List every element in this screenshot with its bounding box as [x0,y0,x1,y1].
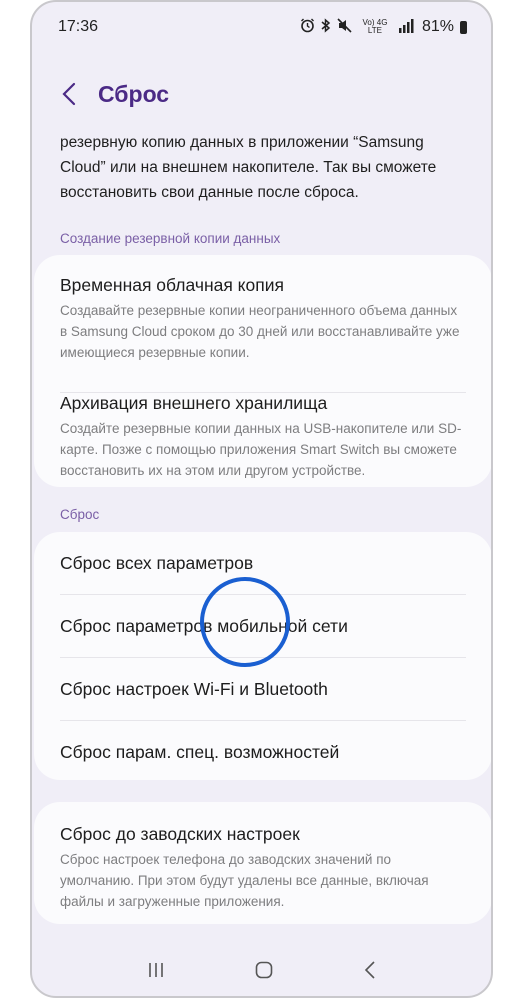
page-header: Сброс [56,76,169,112]
item-title: Сброс до заводских настроек [60,824,300,844]
item-description: Создавайте резервные копии неограниченно… [60,303,460,360]
bluetooth-icon [321,18,331,36]
list-item-reset-accessibility[interactable]: Сброс парам. спец. возможностей [34,721,491,784]
mute-icon [337,18,352,36]
list-item-external-backup[interactable]: Архивация внешнего хранилища Создайте ре… [34,393,491,481]
item-title: Сброс парам. спец. возможностей [60,742,340,762]
home-icon [256,961,273,978]
navigation-bar [32,948,491,996]
status-icons: Vo) 4G LTE 81% [300,18,467,36]
item-title: Архивация внешнего хранилища [60,393,328,413]
alarm-icon [300,18,315,36]
touch-indicator [200,577,290,667]
list-item-reset-wifi-bluetooth[interactable]: Сброс настроек Wi-Fi и Bluetooth [34,658,491,721]
back-button[interactable] [56,76,82,112]
list-item-factory-reset[interactable]: Сброс до заводских настроек Сброс настро… [34,802,491,912]
backup-card: Временная облачная копия Создавайте резе… [34,255,491,487]
lte-icon: Vo) 4G LTE [362,18,388,35]
battery-icon [460,20,467,34]
phone-screen: 17:36 Vo) 4G LTE 81% Сброс резервную коп… [30,0,493,998]
back-icon [364,960,375,979]
chevron-left-icon [62,82,76,106]
recent-apps-button[interactable] [147,962,165,983]
item-description: Создайте резервные копии данных на USB-н… [60,421,462,478]
status-time: 17:36 [58,18,99,35]
recent-apps-icon [149,962,163,977]
factory-reset-card: Сброс до заводских настроек Сброс настро… [34,802,491,924]
home-button[interactable] [255,961,273,984]
intro-text: резервную копию данных в приложении “Sam… [60,134,437,201]
nav-back-button[interactable] [364,960,376,984]
item-title: Временная облачная копия [60,275,284,295]
list-item-cloud-backup[interactable]: Временная облачная копия Создавайте резе… [34,275,491,393]
item-description: Сброс настроек телефона до заводских зна… [60,852,429,909]
battery-percent: 81% [421,18,454,35]
section-label-reset: Сброс [60,507,100,522]
signal-icon [398,18,414,36]
status-bar: 17:36 Vo) 4G LTE 81% [58,16,467,38]
page-title: Сброс [98,80,170,107]
section-label-backup: Создание резервной копии данных [60,231,281,246]
item-title: Сброс всех параметров [60,553,254,573]
item-title: Сброс настроек Wi-Fi и Bluetooth [60,679,328,699]
